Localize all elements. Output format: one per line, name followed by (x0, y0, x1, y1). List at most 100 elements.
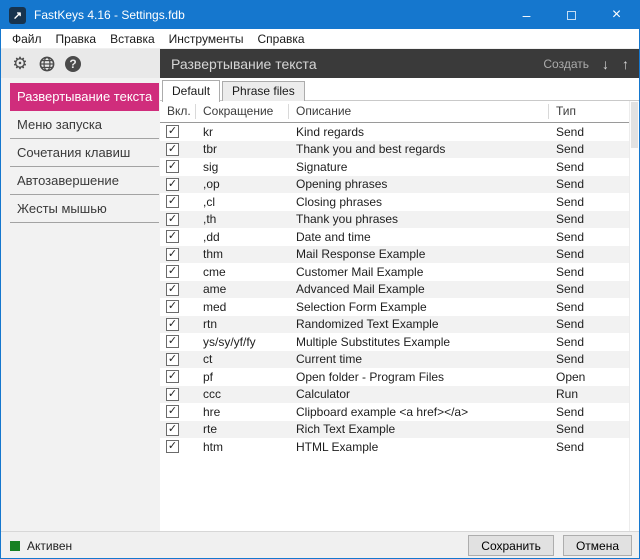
tab-strip: Default Phrase files (160, 78, 639, 102)
abbreviation-cell: med (203, 299, 227, 314)
enabled-cell: ✓ (160, 177, 196, 191)
column-header-type[interactable]: Тип (549, 104, 639, 119)
column-header-enabled[interactable]: Вкл. (160, 104, 196, 119)
sidebar-item-0[interactable]: Развертывание текста (10, 83, 159, 111)
table-row[interactable]: ✓ thm Mail Response Example Send (160, 245, 639, 263)
tab-0[interactable]: Default (162, 80, 221, 102)
table-row[interactable]: ✓ rte Rich Text Example Send (160, 420, 639, 438)
row-checkbox[interactable]: ✓ (166, 125, 179, 139)
table-row[interactable]: ✓ ,th Thank you phrases Send (160, 210, 639, 228)
table-header: Вкл. Сокращение Описание Тип (160, 101, 639, 123)
status-bar: Активен Сохранить Отмена (1, 531, 639, 558)
row-checkbox[interactable]: ✓ (166, 247, 179, 261)
menu-item-1[interactable]: Правка (49, 30, 104, 48)
sidebar-toolbar: ⚙ ? (1, 49, 160, 78)
row-checkbox[interactable]: ✓ (166, 230, 179, 244)
enabled-cell: ✓ (160, 247, 196, 261)
maximize-icon (567, 10, 576, 20)
row-checkbox[interactable]: ✓ (166, 177, 179, 191)
sidebar-item-2[interactable]: Сочетания клавиш (10, 139, 159, 167)
table-row[interactable]: ✓ sig Signature Send (160, 158, 639, 176)
table-row[interactable]: ✓ pf Open folder - Program Files Open (160, 368, 639, 386)
row-checkbox[interactable]: ✓ (166, 387, 179, 401)
type-cell: Send (556, 247, 585, 262)
enabled-cell: ✓ (160, 335, 196, 349)
table-row[interactable]: ✓ ,cl Closing phrases Send (160, 193, 639, 211)
menu-item-2[interactable]: Вставка (103, 30, 162, 48)
move-down-icon[interactable]: ↓ (602, 56, 609, 72)
type-cell: Send (556, 317, 585, 332)
content: ⚙ ? Развертывание текста Меню запуска Соче… (1, 49, 639, 531)
table-row[interactable]: ✓ ct Current time Send (160, 350, 639, 368)
row-checkbox[interactable]: ✓ (166, 440, 179, 454)
table-row[interactable]: ✓ hre Clipboard example <a href></a> Send (160, 403, 639, 421)
cancel-button[interactable]: Отмена (562, 535, 632, 556)
enabled-cell: ✓ (160, 160, 196, 174)
sidebar: ⚙ ? Развертывание текста Меню запуска Соче… (1, 49, 160, 531)
description-cell: Clipboard example <a href></a> (296, 404, 469, 419)
description-cell: Current time (296, 352, 363, 367)
abbreviation-cell: ccc (203, 387, 221, 402)
abbreviation-cell: tbr (203, 142, 218, 157)
menu-item-0[interactable]: Файл (5, 30, 49, 48)
create-button[interactable]: Создать (543, 57, 589, 71)
abbreviation-cell: rtn (203, 317, 218, 332)
abbreviation-cell: sig (203, 159, 219, 174)
row-checkbox[interactable]: ✓ (166, 300, 179, 314)
move-up-icon[interactable]: ↑ (622, 56, 629, 72)
table-row[interactable]: ✓ ys/sy/yf/fy Multiple Substitutes Example… (160, 333, 639, 351)
table-row[interactable]: ✓ ame Advanced Mail Example Send (160, 280, 639, 298)
row-checkbox[interactable]: ✓ (166, 142, 179, 156)
sidebar-item-4[interactable]: Жесты мышью (10, 195, 159, 223)
abbreviation-cell: pf (203, 369, 214, 384)
table-row[interactable]: ✓ ccc Calculator Run (160, 385, 639, 403)
window-title: FastKeys 4.16 - Settings.fdb (34, 8, 185, 22)
table-row[interactable]: ✓ med Selection Form Example Send (160, 298, 639, 316)
save-button[interactable]: Сохранить (468, 535, 554, 556)
globe-icon[interactable] (38, 55, 56, 73)
maximize-button[interactable] (549, 1, 594, 29)
row-checkbox[interactable]: ✓ (166, 335, 179, 349)
table-row[interactable]: ✓ ,dd Date and time Send (160, 228, 639, 246)
row-checkbox[interactable]: ✓ (166, 160, 179, 174)
table-row[interactable]: ✓ htm HTML Example Send (160, 438, 639, 456)
row-checkbox[interactable]: ✓ (166, 282, 179, 296)
table-row[interactable]: ✓ ,op Opening phrases Send (160, 175, 639, 193)
abbreviation-cell: ,cl (203, 194, 215, 209)
table-row[interactable]: ✓ cme Customer Mail Example Send (160, 263, 639, 281)
table-row[interactable]: ✓ rtn Randomized Text Example Send (160, 315, 639, 333)
close-button[interactable]: × (594, 1, 639, 29)
menu-item-3[interactable]: Инструменты (162, 30, 251, 48)
row-checkbox[interactable]: ✓ (166, 265, 179, 279)
menu-item-4[interactable]: Справка (251, 30, 312, 48)
row-checkbox[interactable]: ✓ (166, 195, 179, 209)
description-cell: Rich Text Example (296, 422, 396, 437)
type-cell: Open (556, 369, 586, 384)
description-cell: Opening phrases (296, 177, 388, 192)
row-checkbox[interactable]: ✓ (166, 370, 179, 384)
help-icon[interactable]: ? (65, 55, 81, 72)
vertical-scrollbar[interactable] (629, 101, 639, 531)
table-row[interactable]: ✓ kr Kind regards Send (160, 123, 639, 141)
column-header-description[interactable]: Описание (289, 104, 549, 119)
enabled-cell: ✓ (160, 317, 196, 331)
column-header-abbreviation[interactable]: Сокращение (196, 104, 289, 119)
row-checkbox[interactable]: ✓ (166, 422, 179, 436)
row-checkbox[interactable]: ✓ (166, 317, 179, 331)
row-checkbox[interactable]: ✓ (166, 405, 179, 419)
description-cell: Multiple Substitutes Example (296, 334, 451, 349)
abbreviation-cell: ,th (203, 212, 217, 227)
scrollbar-thumb[interactable] (631, 102, 638, 148)
description-cell: Calculator (296, 387, 351, 402)
type-cell: Send (556, 264, 585, 279)
tab-1[interactable]: Phrase files (222, 81, 305, 101)
sidebar-item-3[interactable]: Автозавершение (10, 167, 159, 195)
row-checkbox[interactable]: ✓ (166, 212, 179, 226)
row-checkbox[interactable]: ✓ (166, 352, 179, 366)
gear-icon[interactable]: ⚙ (11, 55, 29, 73)
abbreviation-cell: rte (203, 422, 218, 437)
minimize-button[interactable]: – (504, 1, 549, 29)
sidebar-list: Развертывание текста Меню запуска Сочетани… (1, 78, 160, 223)
sidebar-item-1[interactable]: Меню запуска (10, 111, 159, 139)
table-row[interactable]: ✓ tbr Thank you and best regards Send (160, 140, 639, 158)
